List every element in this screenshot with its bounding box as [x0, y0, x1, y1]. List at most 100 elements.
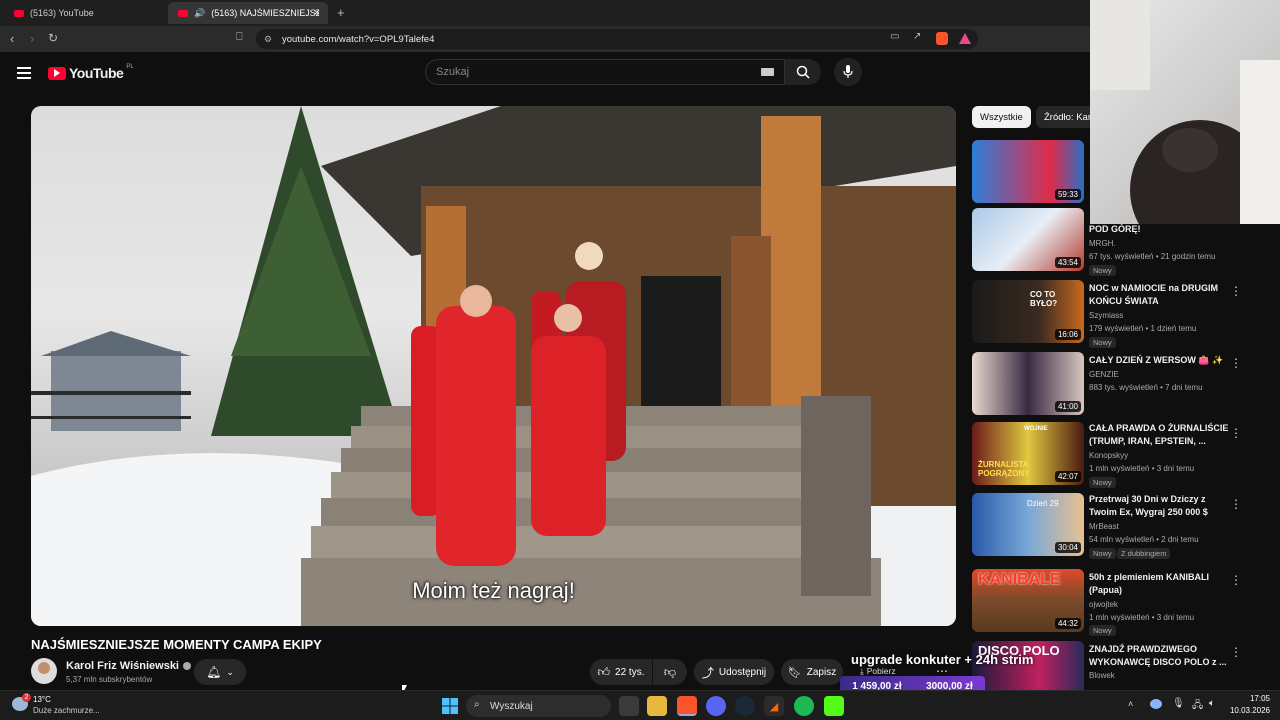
more-options-icon[interactable]: ⋮	[1230, 645, 1242, 659]
video-thumbnail[interactable]: 43:54	[972, 208, 1084, 271]
back-icon[interactable]: ‹	[10, 31, 14, 46]
reload-icon[interactable]: ↻	[48, 31, 58, 45]
video-title[interactable]: CAŁA PRAWDA O ŻURNALIŚCIE (TRUMP, IRAN, …	[1089, 422, 1229, 447]
video-thumbnail[interactable]: CO TO BYŁO? 16:06	[972, 280, 1084, 343]
forward-icon[interactable]: ›	[30, 31, 34, 46]
menu-icon[interactable]	[17, 67, 31, 79]
more-options-icon[interactable]: ⋮	[1230, 356, 1242, 370]
thumbnail-text: CO TO BYŁO?	[1030, 290, 1058, 308]
recommendation-item[interactable]: 41:00 CAŁY DZIEŃ Z WERSOW 👛 ✨ GENZIE 883…	[972, 352, 1262, 418]
video-player[interactable]: Moim też nagraj!	[31, 106, 956, 626]
weather-text: Duże zachmurze...	[33, 706, 100, 715]
thumbnail-text: Dzień 29	[1027, 499, 1059, 508]
address-bar: ‹ › ↻ ⎕ ⚙ youtube.com/watch?v=OPL9Talefe…	[0, 26, 1090, 52]
video-title[interactable]: POD GÓRĘ!	[1089, 223, 1229, 236]
voice-search-button[interactable]	[834, 58, 862, 86]
app-icon[interactable]: ◢	[764, 696, 784, 716]
steam-icon[interactable]	[735, 696, 755, 716]
bookmark-icon[interactable]: ⎕	[236, 31, 243, 44]
kick-icon[interactable]	[824, 696, 844, 716]
video-title[interactable]: ZNAJDŹ PRAWDZIWEGO WYKONAWCĘ DISCO POLO …	[1089, 643, 1229, 668]
channel-avatar[interactable]	[31, 658, 57, 684]
more-options-icon[interactable]: ⋮	[1230, 573, 1242, 587]
video-title[interactable]: 50h z plemieniem KANIBALI (Papua)	[1089, 571, 1229, 596]
youtube-favicon-icon	[14, 9, 24, 17]
new-badge: Nowy	[1089, 265, 1116, 276]
tab-youtube-home[interactable]: (5163) YouTube	[4, 2, 164, 24]
spotify-icon[interactable]	[794, 696, 814, 716]
channel-name[interactable]: MrBeast	[1089, 522, 1119, 531]
new-badge: Nowy	[1089, 337, 1116, 348]
taskbar-search[interactable]: ⌕ Wyszukaj	[466, 695, 611, 717]
save-button[interactable]: 🔖︎ Zapisz	[781, 659, 843, 685]
video-thumbnail[interactable]: 41:00	[972, 352, 1084, 415]
close-tab-icon[interactable]: ×	[314, 7, 320, 19]
url-field[interactable]: ⚙ youtube.com/watch?v=OPL9Talefe4	[256, 29, 978, 49]
logo-region: PL	[126, 64, 134, 70]
channel-name[interactable]: Blowek	[1089, 671, 1115, 680]
microphone-icon	[843, 65, 853, 78]
brave-rewards-icon[interactable]	[959, 33, 971, 44]
recommendation-item[interactable]: CO TO BYŁO? 16:06 NOC w NAMIOCIE na DRUG…	[972, 280, 1262, 348]
video-title: NAJŚMIESZNIEJSZE MOMENTY CAMPA EKIPY	[31, 637, 322, 652]
logo-text: YouTube	[69, 65, 124, 81]
channel-name[interactable]: ojwojtek	[1089, 600, 1118, 609]
start-button[interactable]	[440, 696, 460, 716]
youtube-header: YouTube PL Szukaj	[0, 52, 1090, 96]
share-page-icon[interactable]: ↗	[913, 31, 921, 42]
cast-icon[interactable]: ▭	[890, 31, 899, 42]
stream-goal-text: upgrade konkuter + 24h strim	[851, 652, 1034, 667]
dislike-button[interactable]: 👎︎	[653, 659, 687, 685]
site-settings-icon[interactable]: ⚙	[264, 34, 272, 45]
windows-taskbar: 2 13°C Duże zachmurze... ⌕ Wyszukaj ◢ ˄ …	[0, 690, 1280, 720]
recommendation-item[interactable]: Dzień 29 30:04 Przetrwaj 30 Dni w Dziczy…	[972, 493, 1262, 559]
new-tab-button[interactable]: +	[337, 5, 345, 20]
share-label: Udostępnij	[718, 666, 767, 678]
volume-icon[interactable]: 🔈︎	[1209, 698, 1215, 709]
brave-browser-icon[interactable]	[677, 696, 697, 716]
search-button[interactable]	[785, 59, 821, 85]
channel-name[interactable]: Konopskyy	[1089, 451, 1128, 460]
youtube-logo[interactable]: YouTube PL	[48, 64, 134, 81]
more-options-icon[interactable]: ⋮	[1230, 497, 1242, 511]
video-thumbnail[interactable]: 59:33	[972, 140, 1084, 203]
subscribed-button[interactable]: 🔔︎ ⌄	[194, 659, 246, 685]
network-icon[interactable]: 🖧	[1192, 698, 1203, 715]
clock-time[interactable]: 17:05	[1230, 694, 1270, 703]
video-thumbnail[interactable]: WOJNIE ŻURNALISTA POGRĄŻONY 42:07	[972, 422, 1084, 485]
brave-shield-icon[interactable]	[936, 32, 948, 45]
new-badge: Nowy	[1089, 625, 1116, 636]
tray-chevron-icon[interactable]: ˄	[1128, 699, 1133, 709]
video-title[interactable]: CAŁY DZIEŃ Z WERSOW 👛 ✨	[1089, 354, 1229, 367]
discord-icon[interactable]	[706, 696, 726, 716]
recommendation-item[interactable]: KANIBALE 44:32 50h z plemieniem KANIBALI…	[972, 569, 1262, 636]
recommendation-item[interactable]: WOJNIE ŻURNALISTA POGRĄŻONY 42:07 CAŁA P…	[972, 422, 1262, 488]
webcam-overlay	[1090, 0, 1280, 224]
video-frame	[31, 106, 956, 626]
task-view-icon[interactable]	[619, 696, 639, 716]
onedrive-icon[interactable]	[1150, 699, 1162, 709]
file-explorer-icon[interactable]	[647, 696, 667, 716]
share-button[interactable]: ⤴ Udostępnij	[694, 659, 774, 685]
microphone-tray-icon[interactable]: 🎙︎	[1172, 698, 1185, 709]
thumbnail-text: KANIBALE	[978, 571, 1061, 588]
clock-date[interactable]: 10.03.2026	[1222, 706, 1270, 715]
channel-name[interactable]: MRGH.	[1089, 239, 1116, 248]
channel-name[interactable]: GENZIE	[1089, 370, 1119, 379]
more-options-icon[interactable]: ⋮	[1230, 426, 1242, 440]
browser-tab-bar: (5163) YouTube 🔊 (5163) NAJŚMIESZNIEJSZE…	[0, 0, 1280, 26]
tab-current-video[interactable]: 🔊 (5163) NAJŚMIESZNIEJSZE M ×	[168, 2, 328, 24]
video-thumbnail[interactable]: Dzień 29 30:04	[972, 493, 1084, 556]
video-thumbnail[interactable]: KANIBALE 44:32	[972, 569, 1084, 632]
like-count: 22 tys.	[615, 666, 645, 678]
keyboard-icon[interactable]	[761, 68, 774, 76]
channel-name[interactable]: Szymiass	[1089, 311, 1123, 320]
search-input[interactable]: Szukaj	[425, 59, 785, 85]
video-title[interactable]: NOC w NAMIOCIE na DRUGIM KOŃCU ŚWIATA	[1089, 282, 1229, 307]
search-placeholder: Szukaj	[436, 66, 470, 78]
channel-name-link[interactable]: Karol Friz Wiśniewski	[66, 660, 191, 672]
like-button[interactable]: 👍︎ 22 tys.	[590, 659, 652, 685]
more-options-icon[interactable]: ⋮	[1230, 284, 1242, 298]
chip-all[interactable]: Wszystkie	[972, 106, 1031, 128]
video-title[interactable]: Przetrwaj 30 Dni w Dziczy z Twoim Ex, Wy…	[1089, 493, 1229, 518]
